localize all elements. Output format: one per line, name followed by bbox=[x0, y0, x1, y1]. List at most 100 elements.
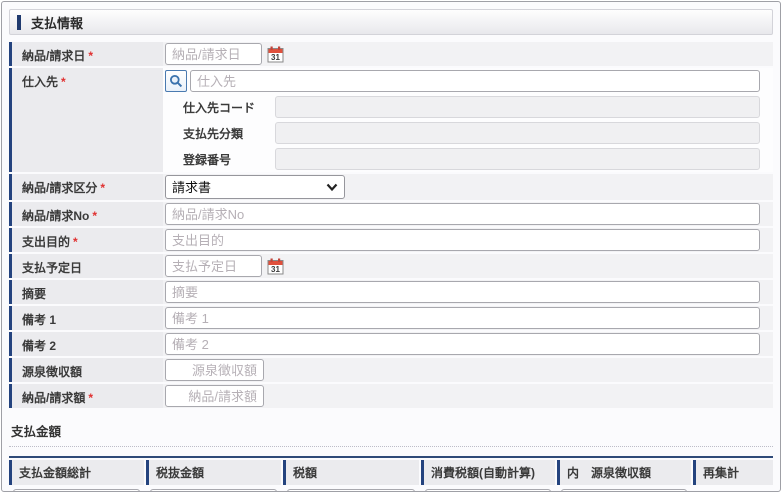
withholding-input[interactable] bbox=[165, 359, 264, 381]
amount-cell-withholding bbox=[557, 489, 691, 491]
label-text: 支払予定日 bbox=[22, 261, 83, 275]
category-select-wrap: 請求書 bbox=[165, 175, 345, 199]
invoice-amount-input[interactable] bbox=[165, 385, 264, 407]
field-label-delivery-date: 納品/請求日 * bbox=[9, 42, 163, 66]
payment-form: 納品/請求日* 31 仕入先* bbox=[9, 42, 773, 408]
payment-due-input[interactable] bbox=[165, 255, 262, 277]
field-label-purpose: 支出目的 * bbox=[9, 228, 163, 252]
field-label-summary: 摘要 bbox=[9, 280, 163, 304]
registration-number-label: 登録番号 bbox=[183, 152, 232, 167]
delivery-date-input[interactable] bbox=[165, 43, 262, 65]
amount-table: 支払金額総計 税抜金額 税額 消費税額(自動計算) 内 源泉徴収額 再集計 bbox=[9, 456, 773, 491]
field-label-note2: 備考 2 bbox=[9, 332, 163, 356]
svg-text:31: 31 bbox=[271, 265, 280, 274]
field-value-invoice-amount bbox=[163, 384, 773, 408]
form-row-summary: 摘要 bbox=[9, 280, 773, 304]
required-asterisk: * bbox=[92, 209, 98, 223]
summary-input[interactable] bbox=[165, 281, 760, 303]
form-row-withholding: 源泉徴収額 bbox=[9, 358, 773, 382]
field-value-summary bbox=[163, 280, 773, 304]
column-header-consumption-tax: 消費税額(自動計算) bbox=[421, 460, 555, 485]
field-label-invoice-amount: 納品/請求額 * bbox=[9, 384, 163, 408]
label-text: 納品/請求日 bbox=[22, 49, 86, 63]
amount-section-title: 支払金額 bbox=[11, 425, 62, 439]
amount-table-header: 支払金額総計 税抜金額 税額 消費税額(自動計算) 内 源泉徴収額 再集計 bbox=[9, 460, 773, 485]
label-text: 支出目的 bbox=[22, 235, 71, 249]
column-header-excl-tax: 税抜金額 bbox=[146, 460, 281, 485]
field-value-category: 請求書 bbox=[163, 174, 773, 200]
column-header-withholding: 内 源泉徴収額 bbox=[557, 460, 691, 485]
note2-input[interactable] bbox=[165, 333, 760, 355]
form-row-payment-due: 支払予定日 31 bbox=[9, 254, 773, 278]
page-title: 支払情報 bbox=[31, 15, 84, 31]
supplier-code-input bbox=[275, 96, 760, 118]
field-value-note1 bbox=[163, 306, 773, 330]
column-header-tax: 税額 bbox=[283, 460, 419, 485]
purpose-input[interactable] bbox=[165, 229, 760, 251]
label-text: 摘要 bbox=[22, 287, 47, 301]
field-label-note1: 備考 1 bbox=[9, 306, 163, 330]
invoice-no-input[interactable] bbox=[165, 203, 760, 225]
amount-cell-consumption-tax bbox=[421, 489, 555, 491]
label-text: 仕入先 bbox=[22, 75, 59, 89]
required-asterisk: * bbox=[88, 391, 94, 405]
required-asterisk: * bbox=[61, 75, 66, 89]
label-text: 備考 2 bbox=[22, 339, 57, 353]
required-asterisk: * bbox=[88, 49, 94, 63]
payment-info-panel: 支払情報 納品/請求日* 31 bbox=[1, 1, 781, 492]
note1-input[interactable] bbox=[165, 307, 760, 329]
form-row-purpose: 支出目的 * bbox=[9, 228, 773, 252]
header-accent-bar bbox=[17, 14, 21, 30]
field-value-supplier: 仕入先コード 支払先分類 登録番号 bbox=[163, 68, 773, 172]
delivery-date-calendar-button[interactable]: 31 bbox=[267, 46, 284, 63]
calendar-icon: 31 bbox=[267, 46, 284, 62]
amount-excl-tax-input bbox=[150, 489, 277, 491]
supplier-search-button[interactable] bbox=[165, 70, 187, 92]
label-text: 源泉徴収額 bbox=[22, 365, 83, 379]
category-select[interactable]: 請求書 bbox=[165, 175, 345, 199]
form-row-note1: 備考 1 bbox=[9, 306, 773, 330]
field-value-invoice-no bbox=[163, 202, 773, 226]
label-text: 納品/請求No bbox=[22, 209, 90, 223]
form-row-note2: 備考 2 bbox=[9, 332, 773, 356]
payment-due-calendar-button[interactable]: 31 bbox=[267, 258, 284, 275]
form-row-invoice-amount: 納品/請求額 * bbox=[9, 384, 773, 408]
form-row-delivery-date: 納品/請求日* 31 bbox=[9, 42, 773, 66]
column-header-recalculate: 再集計 bbox=[693, 460, 773, 485]
required-asterisk: * bbox=[73, 235, 78, 249]
form-row-invoice-no: 納品/請求No * bbox=[9, 202, 773, 226]
field-value-withholding bbox=[163, 358, 773, 382]
svg-text:31: 31 bbox=[271, 53, 280, 62]
field-value-payment-due: 31 bbox=[163, 254, 773, 278]
field-value-delivery-date: 31 bbox=[163, 42, 773, 66]
payee-category-input bbox=[275, 122, 760, 144]
field-value-note2 bbox=[163, 332, 773, 356]
calendar-icon: 31 bbox=[267, 258, 284, 274]
registration-number-input bbox=[275, 148, 760, 170]
amount-tax-input bbox=[287, 489, 415, 491]
field-label-payment-due: 支払予定日 bbox=[9, 254, 163, 278]
amount-cell-total bbox=[9, 489, 144, 491]
amount-cell-tax bbox=[283, 489, 419, 491]
form-row-supplier: 仕入先* 仕入先コード 支払先分類 bbox=[9, 68, 773, 172]
supplier-input[interactable] bbox=[190, 70, 760, 92]
field-label-category: 納品/請求区分 * bbox=[9, 174, 163, 200]
supplier-code-label: 仕入先コード bbox=[183, 100, 256, 115]
supplier-code-row: 仕入先コード bbox=[165, 95, 760, 119]
registration-number-row: 登録番号 bbox=[165, 147, 760, 171]
field-label-invoice-no: 納品/請求No * bbox=[9, 202, 163, 226]
section-header: 支払情報 bbox=[9, 9, 773, 35]
column-header-total: 支払金額総計 bbox=[9, 460, 144, 485]
field-value-purpose bbox=[163, 228, 773, 252]
payee-category-label: 支払先分類 bbox=[183, 126, 244, 141]
dotted-divider bbox=[9, 446, 773, 447]
amount-total-input bbox=[13, 489, 140, 491]
amount-table-values bbox=[9, 485, 773, 491]
amount-withholding-input bbox=[561, 489, 687, 491]
amount-consumption-tax-input bbox=[425, 489, 551, 491]
label-text: 納品/請求区分 bbox=[22, 181, 98, 195]
label-text: 納品/請求額 bbox=[22, 391, 86, 405]
field-label-supplier: 仕入先 * bbox=[9, 68, 163, 172]
search-icon bbox=[170, 75, 183, 88]
required-asterisk: * bbox=[100, 181, 106, 195]
